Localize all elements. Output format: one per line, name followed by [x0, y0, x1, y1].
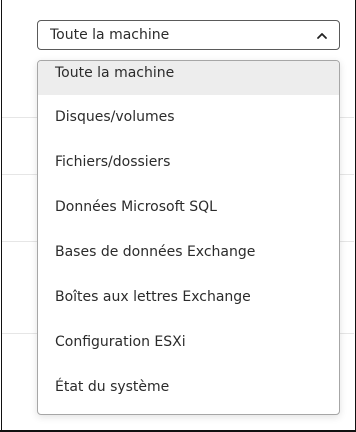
dropdown-option-microsoft-sql-data[interactable]: Données Microsoft SQL	[38, 185, 339, 230]
backup-source-value: Toute la machine	[50, 27, 170, 43]
panel-border-left	[1, 0, 2, 432]
dropdown-option-exchange-mailboxes[interactable]: Boîtes aux lettres Exchange	[38, 275, 339, 320]
dropdown-option-files-folders[interactable]: Fichiers/dossiers	[38, 140, 339, 185]
dropdown-option-esxi-configuration[interactable]: Configuration ESXi	[38, 320, 339, 365]
backup-source-select[interactable]: Toute la machine	[37, 20, 340, 50]
dropdown-option-whole-machine[interactable]: Toute la machine	[38, 61, 339, 95]
dropdown-option-exchange-databases[interactable]: Bases de données Exchange	[38, 230, 339, 275]
chevron-up-icon	[317, 33, 327, 39]
dropdown-option-system-state[interactable]: État du système	[38, 365, 339, 410]
dropdown-option-disks-volumes[interactable]: Disques/volumes	[38, 95, 339, 140]
backup-source-dropdown: Toute la machine Disques/volumes Fichier…	[37, 60, 340, 415]
